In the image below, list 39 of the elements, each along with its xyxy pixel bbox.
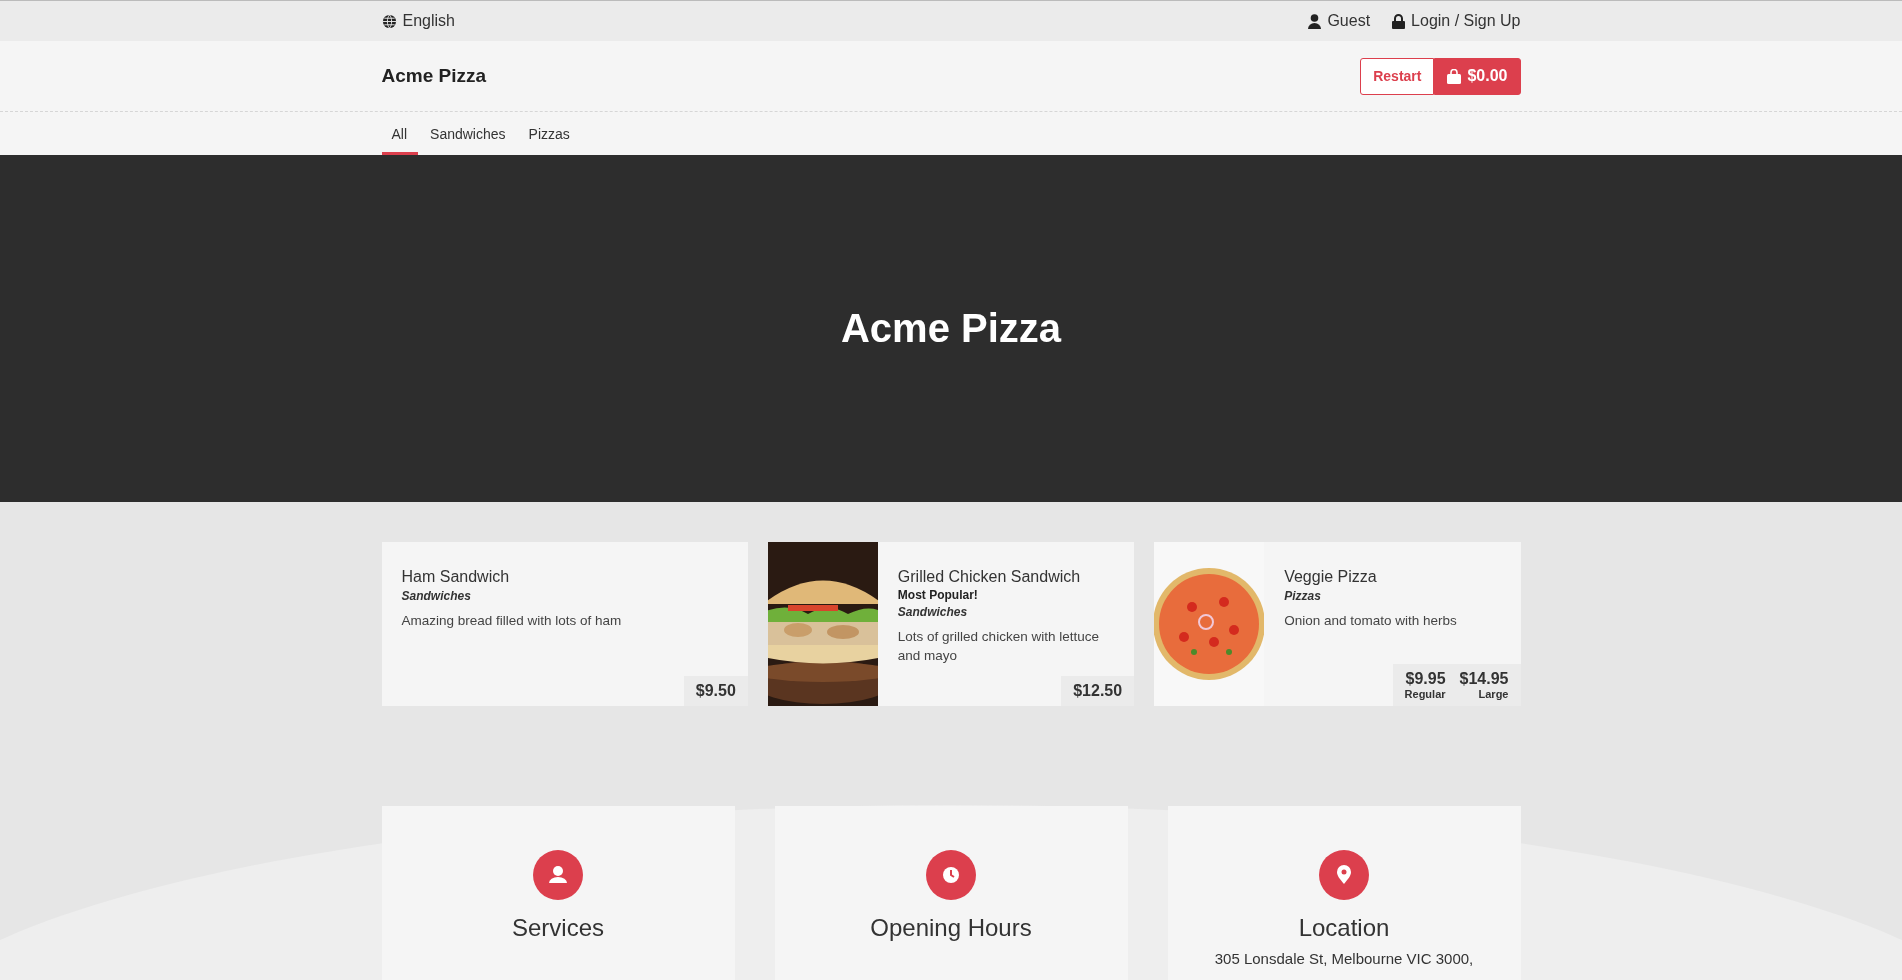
product-card[interactable]: Grilled Chicken Sandwich Most Popular! Sandwiches Lots of grilled chicken with lettuce and mayo $12.50 xyxy=(767,542,1135,706)
price: $9.50 xyxy=(695,682,736,700)
user-icon xyxy=(1308,13,1322,29)
price: $14.95 xyxy=(1459,670,1509,688)
size-label: Regular xyxy=(1404,688,1446,700)
info-title: Opening Hours xyxy=(870,914,1032,942)
brand-name[interactable]: Acme Pizza xyxy=(381,65,487,87)
price: $12.50 xyxy=(1073,682,1123,700)
login-link[interactable]: Login / Sign Up xyxy=(1392,12,1521,30)
product-name: Grilled Chicken Sandwich xyxy=(897,568,1081,586)
info-title: Services xyxy=(512,914,604,942)
product-name: Ham Sandwich xyxy=(401,568,510,586)
location-pin-icon xyxy=(1319,850,1369,900)
restart-button[interactable]: Restart xyxy=(1360,57,1435,95)
category-tab[interactable]: Pizzas xyxy=(517,112,581,155)
product-category: Sandwiches xyxy=(401,589,471,603)
language-selector[interactable]: English xyxy=(381,12,455,30)
product-description: Onion and tomato with herbs xyxy=(1284,612,1457,630)
price: $9.95 xyxy=(1405,670,1446,688)
product-description: Lots of grilled chicken with lettuce and mayo xyxy=(897,628,1100,665)
address-text: 305 Lonsdale St, Melbourne VIC 3000, xyxy=(1214,950,1474,967)
person-icon xyxy=(533,850,583,900)
hero-title: Acme Pizza xyxy=(840,306,1062,351)
size-label: Large xyxy=(1478,688,1509,700)
shopping-bag-icon xyxy=(1447,68,1462,84)
lock-icon xyxy=(1392,13,1406,29)
product-category: Sandwiches xyxy=(897,605,968,619)
product-description: Amazing bread filled with lots of ham xyxy=(401,612,622,630)
guest-link[interactable]: Guest xyxy=(1308,12,1371,30)
product-name: Veggie Pizza xyxy=(1284,568,1377,586)
popular-label: Most Popular! xyxy=(897,588,978,602)
info-title: Location xyxy=(1298,914,1390,942)
clock-icon xyxy=(926,850,976,900)
globe-icon xyxy=(381,13,397,29)
product-card[interactable]: Ham Sandwich Sandwiches Amazing bread filled with lots of ham $9.50 xyxy=(381,542,748,706)
cart-button[interactable]: $0.00 xyxy=(1434,57,1521,95)
category-tab[interactable]: Sandwiches xyxy=(419,112,517,155)
product-category: Pizzas xyxy=(1284,589,1321,603)
product-card[interactable]: Veggie Pizza Pizzas Onion and tomato with herbs $9.95 Regular $14.95 Large xyxy=(1154,542,1521,706)
